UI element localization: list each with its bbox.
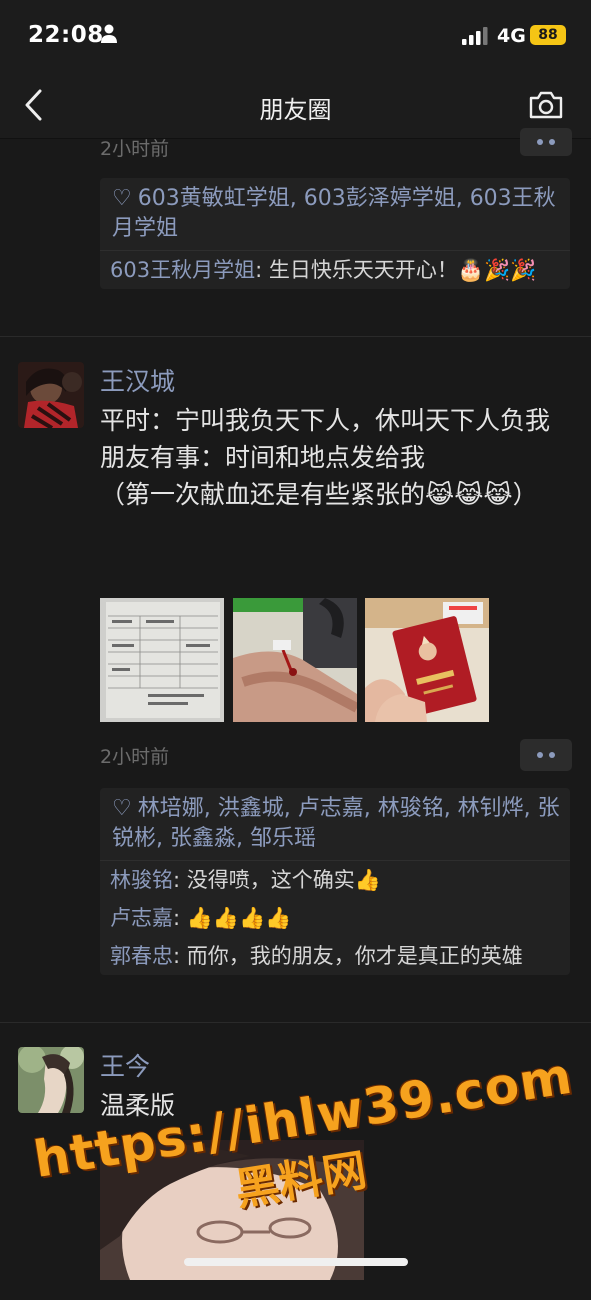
post-timestamp: 2小时前 <box>100 746 170 768</box>
comment-separator: : <box>173 868 187 892</box>
likes-row: ♡ 603黄敏虹学姐, 603彭泽婷学姐, 603王秋月学姐 <box>100 178 570 251</box>
avatar[interactable] <box>18 362 84 428</box>
likes-row: ♡ 林培娜, 洪鑫城, 卢志嘉, 林骏铭, 林钊烨, 张锐彬, 张鑫淼, 邹乐瑶 <box>100 788 570 861</box>
avatar[interactable] <box>18 1047 84 1113</box>
comment-box: ♡ 603黄敏虹学姐, 603彭泽婷学姐, 603王秋月学姐 603王秋月学姐: … <box>100 178 570 289</box>
comment-author[interactable]: 603王秋月学姐 <box>110 258 255 282</box>
post-image[interactable] <box>100 598 224 722</box>
likes-list[interactable]: 603黄敏虹学姐, 603彭泽婷学姐, 603王秋月学姐 <box>112 186 556 241</box>
comment-text: 没得喷，这个确实👍 <box>186 868 381 892</box>
post-divider <box>0 1022 591 1023</box>
comment-author[interactable]: 郭春忠 <box>110 944 173 968</box>
comment-text: 👍👍👍👍 <box>186 906 292 930</box>
likes-list[interactable]: 林培娜, 洪鑫城, 卢志嘉, 林骏铭, 林钊烨, 张锐彬, 张鑫淼, 邹乐瑶 <box>112 796 560 851</box>
post-text-line: 朋友有事：时间和地点发给我 <box>100 443 426 472</box>
battery-indicator: 88 <box>530 25 566 45</box>
comment-box: ♡ 林培娜, 洪鑫城, 卢志嘉, 林骏铭, 林钊烨, 张锐彬, 张鑫淼, 邹乐瑶 … <box>100 788 570 975</box>
signal-icon <box>462 27 488 45</box>
comment-separator: : <box>173 906 187 930</box>
home-indicator[interactable] <box>184 1258 408 1266</box>
comment-text: 生日快乐天天开心！🎂🎉🎉 <box>268 258 537 282</box>
camera-icon[interactable] <box>528 90 564 120</box>
comment-item[interactable]: 郭春忠: 而你，我的朋友，你才是真正的英雄 <box>100 937 570 975</box>
network-type: 4G <box>497 25 526 47</box>
post-text-line: （第一次献血还是有些紧张的😹😹😹） <box>100 480 538 509</box>
comment-item[interactable]: 603王秋月学姐: 生日快乐天天开心！🎂🎉🎉 <box>100 251 570 289</box>
comment-separator: : <box>173 944 187 968</box>
comment-item[interactable]: 卢志嘉: 👍👍👍👍 <box>100 899 570 937</box>
comment-text: 而你，我的朋友，你才是真正的英雄 <box>186 944 523 968</box>
comment-author[interactable]: 卢志嘉 <box>110 906 173 930</box>
post-content: 平时：宁叫我负天下人，休叫天下人负我 朋友有事：时间和地点发给我 （第一次献血还… <box>100 402 570 513</box>
comment-item[interactable]: 林骏铭: 没得喷，这个确实👍 <box>100 861 570 899</box>
comment-author[interactable]: 林骏铭 <box>110 868 173 892</box>
post-text-line: 平时：宁叫我负天下人，休叫天下人负我 <box>100 406 551 435</box>
status-time: 22:08 <box>28 22 104 48</box>
post-timestamp: 2小时前 <box>100 138 170 160</box>
post-image[interactable] <box>233 598 357 722</box>
post-divider <box>0 336 591 337</box>
nav-bar: 朋友圈 <box>0 72 591 139</box>
post-image[interactable] <box>365 598 489 722</box>
post-author[interactable]: 王今 <box>100 1047 150 1083</box>
person-icon <box>101 24 117 43</box>
heart-icon: ♡ <box>112 186 132 211</box>
heart-icon: ♡ <box>112 796 132 821</box>
page-title: 朋友圈 <box>259 96 332 124</box>
comment-separator: : <box>255 258 269 282</box>
more-actions-button[interactable] <box>520 739 572 771</box>
status-bar: 22:08 4G 88 <box>0 0 591 72</box>
more-actions-button[interactable] <box>520 128 572 156</box>
post-author[interactable]: 王汉城 <box>100 362 175 398</box>
